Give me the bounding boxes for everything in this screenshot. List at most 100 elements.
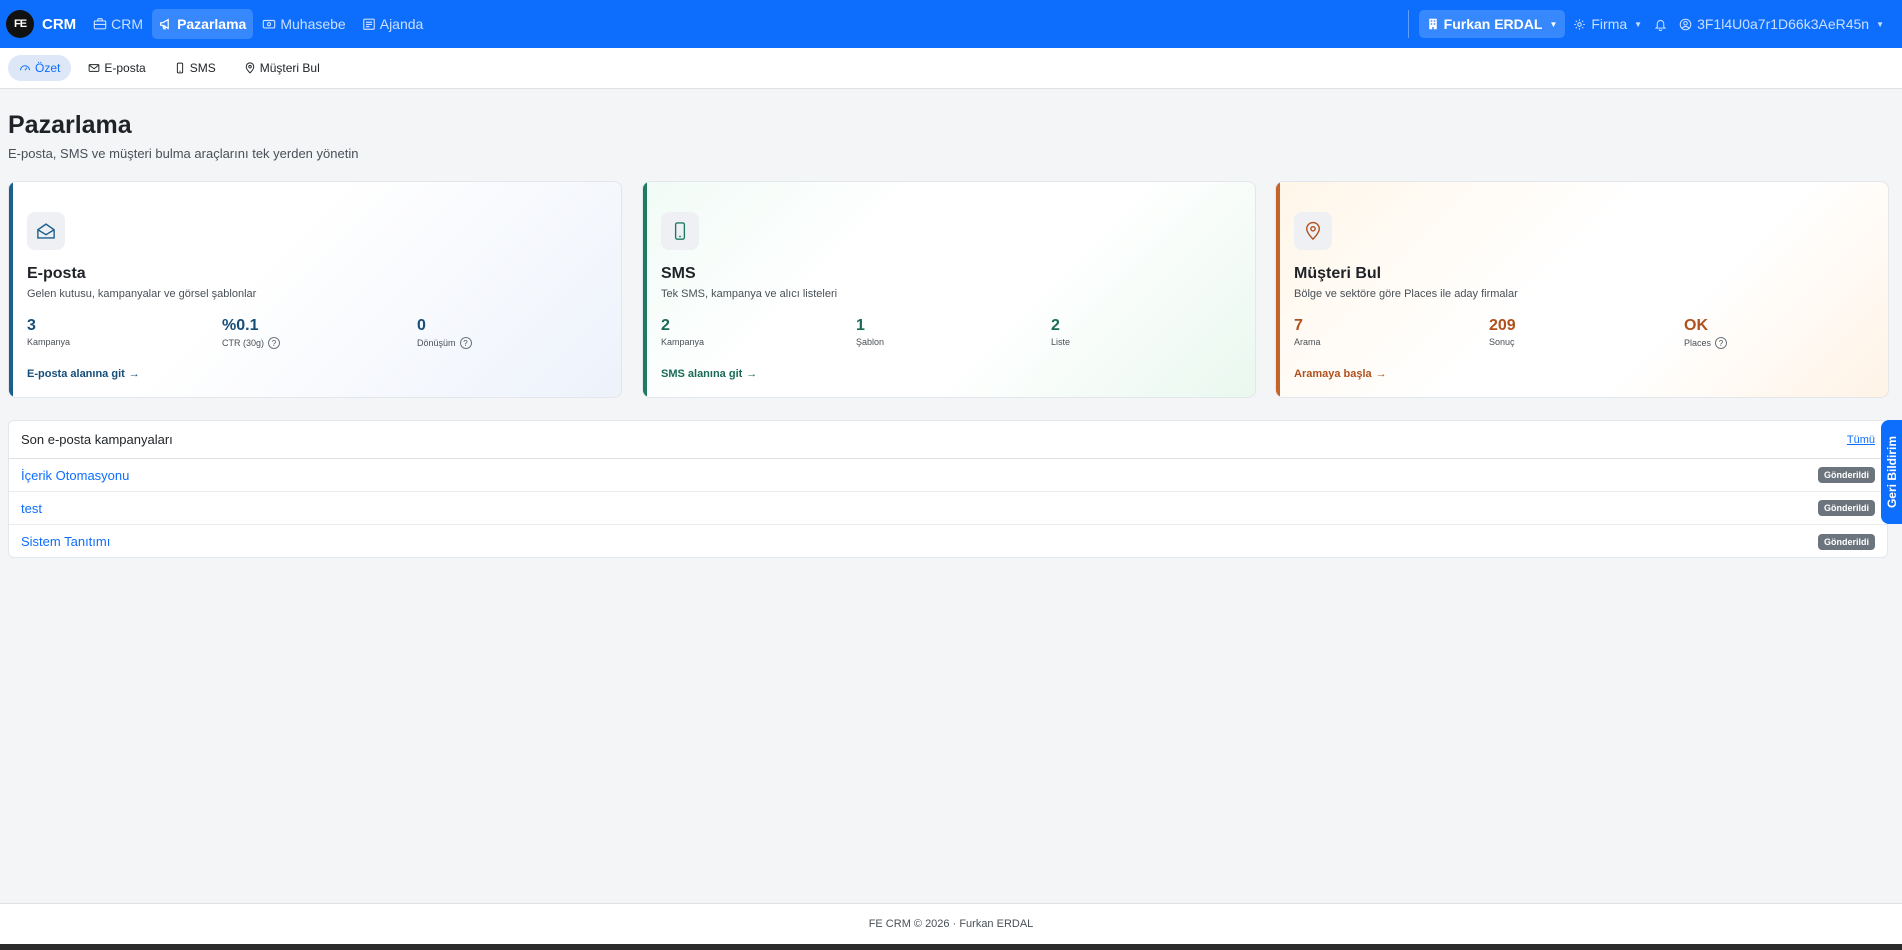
stat-label-wrap: Kampanya — [27, 337, 70, 347]
stat-label-wrap: Sonuç — [1489, 337, 1516, 347]
stat-label-wrap: CTR (30g)? — [222, 337, 281, 349]
tab-ozet[interactable]: Özet — [8, 55, 72, 81]
campaign-link[interactable]: Sistem Tanıtımı — [21, 534, 110, 549]
status-badge: Gönderildi — [1818, 500, 1875, 516]
envelope-icon — [27, 212, 65, 250]
help-icon[interactable]: ? — [459, 337, 472, 349]
stat-liste: 2 Liste — [1051, 317, 1070, 347]
feedback-tab[interactable]: Geri Bildirim — [1881, 420, 1902, 524]
start-search-link[interactable]: Aramaya başla → — [1294, 368, 1387, 380]
top-navbar: FE CRM CRM Pazarlama Muhasebe Ajanda Fur… — [0, 0, 1902, 48]
firma-label: Firma — [1591, 16, 1628, 32]
stat-ctr: %0.1 CTR (30g)? — [222, 317, 281, 349]
tab-label: Müşteri Bul — [259, 61, 320, 75]
building-icon — [1427, 18, 1439, 30]
caret-down-icon: ▼ — [1876, 19, 1884, 29]
card-title: SMS — [661, 265, 696, 282]
help-icon[interactable]: ? — [1715, 337, 1728, 349]
phone-icon — [174, 62, 186, 74]
card-description: Gelen kutusu, kampanyalar ve görsel şabl… — [27, 288, 257, 300]
page-title: Pazarlama — [8, 111, 132, 139]
link-label: SMS alanına git — [661, 368, 743, 380]
stat-value: 7 — [1294, 317, 1303, 334]
map-pin-icon — [244, 62, 256, 74]
list-item: İçerik Otomasyonu Gönderildi — [9, 459, 1887, 492]
brand-name: CRM — [42, 15, 77, 33]
tab-label: SMS — [189, 61, 216, 75]
list-item: test Gönderildi — [9, 492, 1887, 525]
footer: FE CRM © 2026 · Furkan ERDAL — [0, 903, 1902, 944]
campaign-link[interactable]: İçerik Otomasyonu — [21, 468, 129, 483]
bell-icon — [1654, 18, 1667, 31]
briefcase-icon — [93, 17, 107, 31]
envelope-icon — [88, 62, 100, 74]
link-label: E-posta alanına git — [27, 368, 125, 380]
caret-down-icon: ▼ — [1549, 19, 1558, 29]
tab-label: Özet — [35, 61, 61, 75]
stat-sonuc: 209 Sonuç — [1489, 317, 1516, 347]
notifications-button[interactable] — [1654, 18, 1667, 31]
stat-sablon: 1 Şablon — [856, 317, 884, 347]
tab-eposta[interactable]: E-posta — [77, 55, 156, 81]
page-subtitle: E-posta, SMS ve müşteri bulma araçlarını… — [8, 146, 359, 161]
nav-link-label: Muhasebe — [280, 16, 346, 32]
nav-link-label: Pazarlama — [177, 16, 247, 32]
nav-link-muhasebe[interactable]: Muhasebe — [255, 9, 352, 39]
user-circle-icon — [1679, 18, 1692, 31]
firma-menu[interactable]: Firma ▼ — [1573, 16, 1642, 32]
map-pin-icon — [1294, 212, 1332, 250]
sms-area-link[interactable]: SMS alanına git → — [661, 368, 757, 380]
stat-label: Sonuç — [1489, 337, 1515, 347]
footer-text: FE CRM © 2026 · Furkan ERDAL — [868, 918, 1034, 930]
view-all-link[interactable]: Tümü — [1847, 434, 1875, 446]
feedback-label: Geri Bildirim — [1885, 435, 1899, 509]
card-accent-bar — [643, 182, 647, 397]
stat-value: 209 — [1489, 317, 1516, 334]
stat-label: CTR (30g) — [222, 338, 265, 348]
help-icon[interactable]: ? — [268, 337, 281, 349]
stat-value: 2 — [1051, 317, 1060, 334]
stat-value: 0 — [417, 317, 426, 334]
nav-link-ajanda[interactable]: Ajanda — [355, 9, 431, 39]
user-menu[interactable]: 3F1l4U0a7r1D66k3AeR45n ▼ — [1679, 16, 1884, 32]
stat-label: Liste — [1051, 337, 1071, 347]
gear-icon — [1573, 18, 1586, 31]
arrow-right-icon: → — [746, 368, 758, 380]
user-name: 3F1l4U0a7r1D66k3AeR45n — [1697, 16, 1870, 32]
stat-kampanya: 2 Kampanya — [661, 317, 704, 347]
card-accent-bar — [9, 182, 13, 397]
arrow-right-icon: → — [128, 368, 140, 380]
email-area-link[interactable]: E-posta alanına git → — [27, 368, 140, 380]
stat-label-wrap: Kampanya — [661, 337, 704, 347]
stat-label: Places — [1684, 338, 1712, 348]
megaphone-icon — [159, 17, 173, 31]
brand[interactable]: FE CRM — [6, 10, 76, 38]
tab-sms[interactable]: SMS — [163, 55, 227, 81]
stat-label: Kampanya — [27, 337, 71, 347]
nav-link-label: Ajanda — [379, 16, 424, 32]
email-card: E-posta Gelen kutusu, kampanyalar ve gör… — [8, 181, 622, 398]
panel-title: Son e-posta kampanyaları — [21, 432, 173, 447]
company-name: Furkan ERDAL — [1443, 16, 1543, 32]
caret-down-icon: ▼ — [1634, 19, 1643, 29]
stat-label: Şablon — [856, 337, 885, 347]
status-badge: Gönderildi — [1818, 467, 1875, 483]
tab-musteri-bul[interactable]: Müşteri Bul — [233, 55, 331, 81]
navbar-right: Furkan ERDAL ▼ Firma ▼ 3F1l4U0a7r1D66k3A… — [1407, 10, 1896, 38]
calendar-icon — [362, 17, 376, 31]
stat-value: %0.1 — [222, 317, 259, 334]
stat-places: OK Places? — [1684, 317, 1728, 349]
stat-donusum: 0 Dönüşüm? — [417, 317, 472, 349]
campaign-link[interactable]: test — [21, 501, 42, 516]
company-switcher[interactable]: Furkan ERDAL ▼ — [1418, 10, 1566, 38]
stat-kampanya: 3 Kampanya — [27, 317, 70, 347]
nav-link-pazarlama[interactable]: Pazarlama — [152, 9, 254, 39]
stat-label: Kampanya — [661, 337, 705, 347]
find-customer-card: Müşteri Bul Bölge ve sektöre göre Places… — [1275, 181, 1889, 398]
tab-label: E-posta — [104, 61, 146, 75]
card-description: Tek SMS, kampanya ve alıcı listeleri — [661, 288, 838, 300]
nav-link-crm[interactable]: CRM — [86, 9, 150, 39]
card-description: Bölge ve sektöre göre Places ile aday fi… — [1294, 288, 1518, 300]
cash-icon — [262, 17, 276, 31]
card-accent-bar — [1276, 182, 1280, 397]
